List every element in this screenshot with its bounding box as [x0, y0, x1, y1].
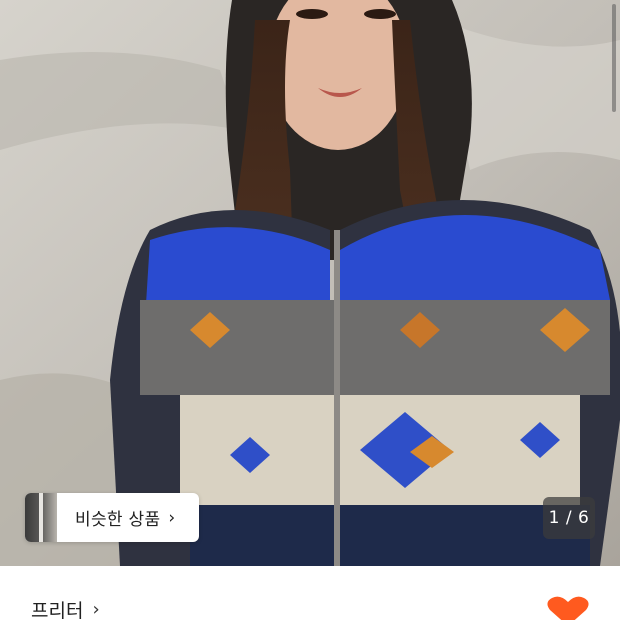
chevron-right-icon: › [92, 599, 100, 620]
similar-products-button[interactable]: 비슷한 상품 › [25, 493, 199, 542]
page-counter-text: 1 / 6 [548, 508, 590, 528]
similar-products-label: 비슷한 상품 [75, 510, 161, 530]
similar-products-thumbnail [25, 493, 57, 542]
brand-link[interactable]: 프리터 › [31, 596, 100, 620]
product-image[interactable]: 비슷한 상품 › 1 / 6 [0, 0, 620, 566]
heart-icon [547, 596, 589, 620]
brand-row: 프리터 › [0, 566, 620, 620]
chevron-right-icon: › [168, 507, 176, 528]
product-photo [0, 0, 620, 566]
scroll-indicator[interactable] [612, 4, 616, 112]
image-page-counter: 1 / 6 [543, 497, 595, 539]
brand-name: 프리터 [31, 600, 84, 620]
like-button[interactable] [546, 596, 590, 620]
